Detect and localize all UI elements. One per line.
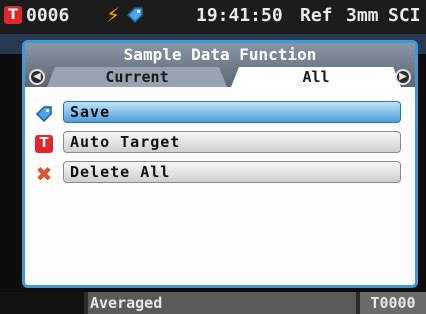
averaged-status: Averaged — [88, 292, 356, 314]
function-menu: Save T Auto Target ✖ Delete All — [25, 99, 415, 189]
measurement-mode: SCI — [388, 5, 421, 26]
tab-current[interactable]: Current — [47, 67, 227, 87]
tab-prev-arrow-icon[interactable]: ◀ — [29, 69, 45, 85]
instrument-screen: T 0006 ⚡ 19:41:50 Ref 3mm SCI Sample Dat… — [0, 0, 426, 314]
auto-target-button[interactable]: Auto Target — [63, 131, 401, 153]
status-bar: T 0006 ⚡ 19:41:50 Ref 3mm SCI — [0, 0, 426, 34]
bottom-bar: Averaged T0000 — [0, 292, 426, 314]
lightning-icon: ⚡ — [106, 3, 121, 27]
bottom-empty-cell — [0, 292, 84, 314]
reference-label: Ref — [300, 5, 333, 26]
delete-all-button[interactable]: Delete All — [63, 161, 401, 183]
menu-item-auto-target[interactable]: T Auto Target — [25, 129, 415, 159]
sample-number: 0006 — [26, 5, 70, 26]
tab-next-arrow-icon[interactable]: ▶ — [395, 69, 411, 85]
x-icon: ✖ — [35, 162, 53, 186]
clock-time: 19:41:50 — [196, 5, 283, 26]
sample-data-function-dialog: Sample Data Function ◀ Current All ▶ Sav… — [22, 40, 418, 288]
save-button[interactable]: Save — [63, 101, 401, 123]
dialog-header: Sample Data Function ◀ Current All ▶ — [25, 43, 415, 87]
dialog-title: Sample Data Function — [123, 45, 317, 64]
tab-all[interactable]: All — [231, 67, 401, 87]
target-t-icon: T — [4, 6, 22, 24]
target-t-icon: T — [35, 135, 53, 153]
target-number: T0000 — [360, 292, 426, 314]
menu-item-delete-all[interactable]: ✖ Delete All — [25, 159, 415, 189]
tag-icon — [126, 6, 144, 24]
aperture-label: 3mm — [346, 5, 379, 26]
tag-icon — [35, 105, 53, 123]
menu-item-save[interactable]: Save — [25, 99, 415, 129]
